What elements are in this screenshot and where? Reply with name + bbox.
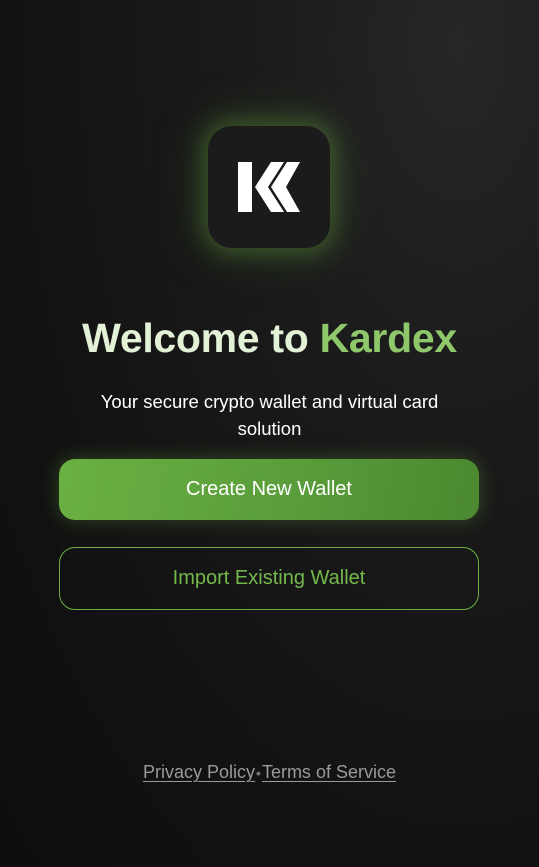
footer-separator: • xyxy=(256,764,261,781)
kardex-k-logo-icon xyxy=(238,162,300,212)
terms-of-service-link[interactable]: Terms of Service xyxy=(262,762,396,783)
import-wallet-button[interactable]: Import Existing Wallet xyxy=(59,547,479,610)
privacy-policy-link[interactable]: Privacy Policy xyxy=(143,762,255,783)
welcome-subtitle: Your secure crypto wallet and virtual ca… xyxy=(100,391,439,439)
welcome-title-prefix: Welcome to xyxy=(82,315,309,361)
app-logo xyxy=(208,126,330,248)
create-wallet-button[interactable]: Create New Wallet xyxy=(59,459,479,520)
import-wallet-label: Import Existing Wallet xyxy=(172,567,366,589)
create-wallet-label: Create New Wallet xyxy=(186,478,352,500)
footer-links: Privacy Policy • Terms of Service xyxy=(0,762,539,783)
welcome-title-brand: Kardex xyxy=(319,315,458,361)
welcome-title: Welcome to Kardex xyxy=(0,313,539,363)
welcome-screen: Welcome to Kardex Your secure crypto wal… xyxy=(0,0,539,867)
